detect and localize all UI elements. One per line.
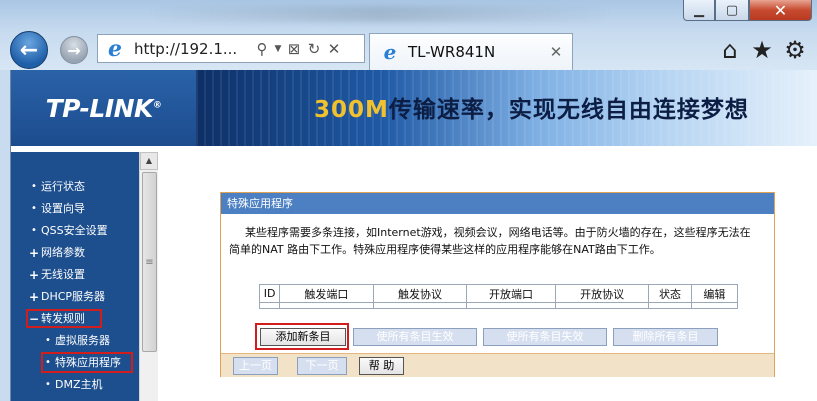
sidebar-item-virtual-server[interactable]: • 虚拟服务器: [15, 330, 139, 352]
url-text[interactable]: http://192.1...: [134, 40, 252, 58]
prev-page-button[interactable]: 上一页: [233, 357, 278, 375]
banner-art: 300M传输速率，实现无线自由连接梦想: [196, 70, 817, 146]
tp-link-logo: TP-LINK®: [11, 70, 196, 146]
collapse-icon: −: [29, 312, 40, 326]
sidebar-item-label: DMZ主机: [55, 378, 103, 391]
scroll-up-icon[interactable]: ▲: [140, 152, 158, 170]
registered-mark: ®: [152, 100, 162, 111]
window-title-blurred: [150, 6, 610, 22]
page-viewport: TP-LINK® 300M传输速率，实现无线自由连接梦想 • 运行状态 • 设置向导…: [10, 70, 817, 401]
enable-all-button[interactable]: 使所有条目生效: [353, 328, 477, 346]
sidebar-item-label: 虚拟服务器: [55, 334, 110, 347]
sidebar-item-setup-wizard[interactable]: • 设置向导: [15, 198, 139, 220]
delete-all-button[interactable]: 删除所有条目: [613, 328, 718, 346]
highlight-frame: [41, 352, 133, 373]
tab-close-icon[interactable]: ✕: [546, 43, 566, 61]
minimize-button[interactable]: ▁: [683, 0, 715, 21]
ie-logo-icon: e: [108, 35, 122, 62]
back-arrow-icon: ←: [19, 37, 39, 63]
col-edit: 编辑: [690, 284, 739, 303]
panel-description: 某些程序需要多条连接，如Internet游戏，视频会议，网络电话等。由于防火墙的…: [229, 226, 751, 256]
bullet-icon: •: [45, 357, 51, 368]
sidebar-item-special-apps[interactable]: • 特殊应用程序: [15, 352, 139, 374]
sidebar-item-label: 运行状态: [41, 180, 85, 193]
sidebar-item-status[interactable]: • 运行状态: [15, 176, 139, 198]
sidebar-item-qss[interactable]: • QSS安全设置: [15, 220, 139, 242]
bullet-icon: •: [31, 203, 37, 214]
forward-arrow-icon: →: [67, 40, 81, 60]
col-trigger-protocol: 触发协议: [372, 284, 468, 303]
disable-all-button[interactable]: 使所有条目失效: [483, 328, 607, 346]
expand-icon: +: [29, 290, 40, 304]
search-icon[interactable]: ⚲: [252, 38, 272, 60]
favorites-star-icon[interactable]: ★: [748, 36, 776, 64]
special-apps-panel: 特殊应用程序 某些程序需要多条连接，如Internet游戏，视频会议，网络电话等…: [220, 192, 775, 377]
bullet-icon: •: [31, 225, 37, 236]
sidebar-item-label: 网络参数: [41, 246, 85, 259]
next-page-button[interactable]: 下一页: [297, 357, 347, 375]
bullet-icon: •: [45, 335, 51, 346]
maximize-button[interactable]: ▢: [715, 0, 749, 21]
back-button[interactable]: ←: [10, 31, 48, 69]
gear-icon[interactable]: ⚙: [781, 36, 809, 64]
table-header-row: ID 触发端口 触发协议 开放端口 开放协议 状态 编辑: [258, 284, 739, 303]
sidebar-item-label: DHCP服务器: [41, 290, 106, 303]
col-open-protocol: 开放协议: [554, 284, 650, 303]
expand-icon: +: [29, 246, 40, 260]
panel-title: 特殊应用程序: [221, 193, 774, 214]
banner-slogan: 300M传输速率，实现无线自由连接梦想: [314, 90, 749, 124]
add-entry-button[interactable]: 添加新条目: [260, 328, 346, 346]
sidebar-item-network[interactable]: + 网络参数: [15, 242, 139, 264]
sidebar-menu: • 运行状态 • 设置向导 • QSS安全设置 + 网络参数 + 无线设置 + DHCP服务…: [11, 152, 158, 401]
compat-view-icon[interactable]: ⊠: [284, 38, 304, 60]
col-trigger-port: 触发端口: [279, 284, 374, 303]
menu-list: • 运行状态 • 设置向导 • QSS安全设置 + 网络参数 + 无线设置 + DHCP服务…: [15, 176, 139, 396]
address-bar[interactable]: e http://192.1... ⚲ ▼ ⊠ ↻ ✕: [97, 34, 365, 63]
stop-icon[interactable]: ✕: [324, 38, 344, 60]
main-content: 特殊应用程序 某些程序需要多条连接，如Internet游戏，视频会议，网络电话等…: [158, 152, 817, 401]
sidebar-item-label: 设置向导: [41, 202, 85, 215]
rules-table: ID 触发端口 触发协议 开放端口 开放协议 状态 编辑: [258, 284, 739, 309]
col-status: 状态: [648, 284, 692, 303]
close-window-button[interactable]: ✕: [749, 0, 812, 21]
sidebar-item-dmz[interactable]: • DMZ主机: [15, 374, 139, 396]
col-id: ID: [258, 284, 281, 303]
dropdown-icon[interactable]: ▼: [272, 38, 284, 60]
tab-title: TL-WR841N: [408, 43, 496, 61]
home-icon[interactable]: ⌂: [716, 36, 744, 64]
sidebar-item-wireless[interactable]: + 无线设置: [15, 264, 139, 286]
window-controls: ▁ ▢ ✕: [683, 0, 812, 22]
scrollbar-thumb[interactable]: ≡: [142, 172, 157, 352]
grip-icon: ≡: [145, 256, 154, 268]
logo-text: TP-LINK: [45, 93, 154, 123]
sidebar-item-forwarding[interactable]: − 转发规则: [15, 308, 139, 330]
expand-icon: +: [29, 268, 40, 282]
sidebar-item-dhcp[interactable]: + DHCP服务器: [15, 286, 139, 308]
router-banner: TP-LINK® 300M传输速率，实现无线自由连接梦想: [11, 70, 817, 146]
bullet-icon: •: [45, 379, 51, 390]
help-button[interactable]: 帮 助: [359, 357, 404, 375]
panel-footer: 上一页 下一页 帮 助: [221, 353, 774, 377]
bullet-icon: •: [31, 181, 37, 192]
refresh-icon[interactable]: ↻: [304, 38, 324, 60]
browser-chrome: ▁ ▢ ✕ ← → e http://192.1... ⚲ ▼ ⊠ ↻ ✕ e …: [0, 0, 817, 70]
sidebar-item-label: 无线设置: [41, 268, 85, 281]
table-empty-row: [258, 302, 739, 309]
sidebar-item-label: QSS安全设置: [41, 224, 108, 237]
forward-button[interactable]: →: [60, 36, 88, 64]
sidebar-scrollbar[interactable]: ▲ ≡: [139, 152, 158, 401]
col-open-port: 开放端口: [466, 284, 556, 303]
slogan-highlight: 300M: [314, 97, 389, 123]
slogan-text: 传输速率，实现无线自由连接梦想: [388, 97, 749, 123]
tab-tl-wr841n[interactable]: e TL-WR841N ✕: [369, 33, 573, 70]
ie-logo-icon: e: [383, 40, 397, 64]
